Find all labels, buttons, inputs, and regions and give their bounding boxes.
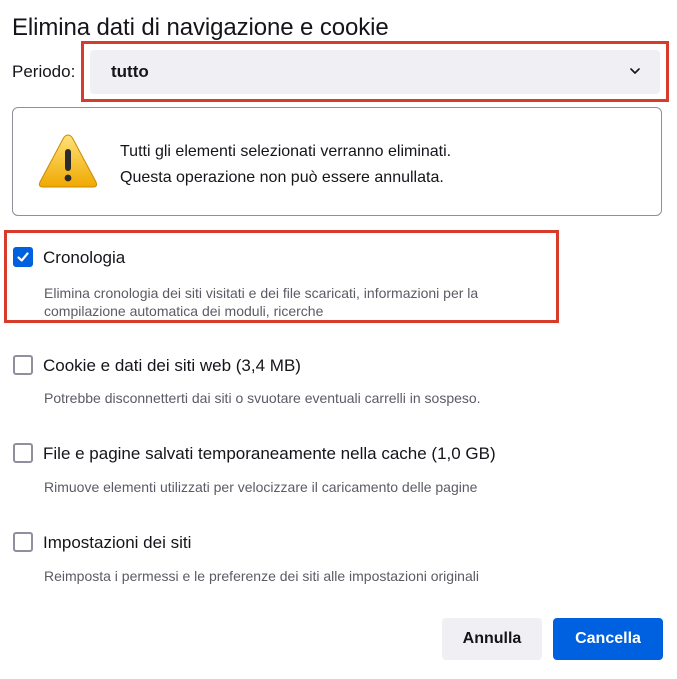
- period-select[interactable]: tutto: [90, 50, 660, 94]
- warning-box: Tutti gli elementi selezionati verranno …: [12, 107, 662, 216]
- clear-button[interactable]: Cancella: [553, 618, 663, 660]
- site-settings-label[interactable]: Impostazioni dei siti: [43, 533, 191, 553]
- cookies-description: Potrebbe disconnetterti dai siti o svuot…: [44, 390, 481, 406]
- history-checkbox[interactable]: [13, 247, 33, 267]
- cache-label[interactable]: File e pagine salvati temporaneamente ne…: [43, 444, 496, 464]
- site-settings-description: Reimposta i permessi e le preferenze dei…: [44, 568, 479, 584]
- period-select-value: tutto: [111, 62, 149, 81]
- warning-text-line2: Questa operazione non può essere annulla…: [120, 169, 444, 186]
- history-description-line2: compilazione automatica dei moduli, rice…: [44, 303, 324, 319]
- cache-checkbox[interactable]: [13, 443, 33, 463]
- checkmark-icon: [17, 252, 29, 262]
- site-settings-checkbox[interactable]: [13, 532, 33, 552]
- cookies-label[interactable]: Cookie e dati dei siti web (3,4 MB): [43, 356, 301, 376]
- warning-triangle-icon: [38, 134, 98, 188]
- history-label[interactable]: Cronologia: [43, 248, 125, 268]
- chevron-down-icon: [630, 68, 640, 74]
- period-label: Periodo:: [12, 62, 76, 81]
- cache-description: Rimuove elementi utilizzati per velocizz…: [44, 479, 478, 495]
- history-description-line1: Elimina cronologia dei siti visitati e d…: [44, 285, 479, 301]
- cancel-button[interactable]: Annulla: [442, 618, 542, 660]
- cookies-checkbox[interactable]: [13, 355, 33, 375]
- dialog-title: Elimina dati di navigazione e cookie: [12, 14, 389, 41]
- warning-text-line1: Tutti gli elementi selezionati verranno …: [120, 143, 452, 160]
